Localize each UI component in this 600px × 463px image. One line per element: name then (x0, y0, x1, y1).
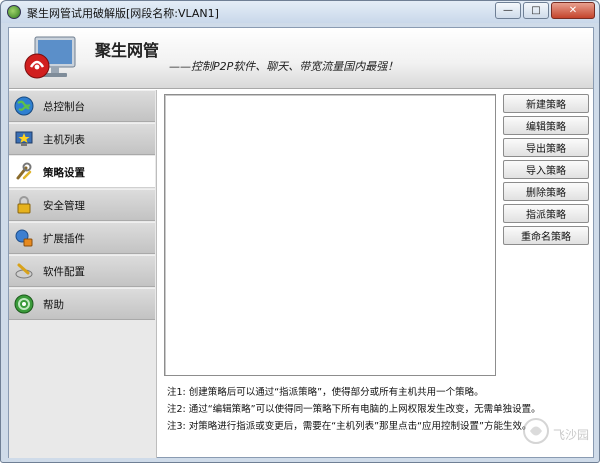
window-controls: — □ ✕ (495, 2, 595, 20)
brand-slogan: ——控制P2P软件、聊天、带宽流量国内最强！ (169, 60, 399, 73)
watermark: 飞沙园 (521, 416, 591, 456)
sidebar-item-policy[interactable]: 策略设置 (9, 156, 155, 188)
close-button[interactable]: ✕ (551, 2, 595, 19)
tools-icon (13, 161, 35, 183)
help-globe-icon (13, 293, 35, 315)
window-title: 聚生网管试用破解版[网段名称:VLAN1] (27, 7, 219, 20)
import-policy-button[interactable]: 导入策略 (503, 160, 589, 179)
delete-policy-button[interactable]: 删除策略 (503, 182, 589, 201)
sidebar-item-console[interactable]: 总控制台 (9, 90, 155, 122)
lock-icon (13, 194, 35, 216)
note-1: 注1: 创建策略后可以通过“指派策略”，使得部分或所有主机共用一个策略。 (167, 387, 484, 398)
rename-policy-button[interactable]: 重命名策略 (503, 226, 589, 245)
watermark-text: 飞沙园 (553, 428, 590, 442)
sidebar-item-config[interactable]: 软件配置 (9, 255, 155, 287)
sidebar-item-label: 帮助 (43, 298, 64, 311)
sidebar-item-label: 软件配置 (43, 265, 85, 278)
header-banner: 聚生网管 ——控制P2P软件、聊天、带宽流量国内最强！ (9, 28, 593, 89)
new-policy-button[interactable]: 新建策略 (503, 94, 589, 113)
sidebar-item-label: 总控制台 (43, 100, 85, 113)
maximize-button[interactable]: □ (523, 2, 549, 19)
brand-title: 聚生网管 (95, 41, 160, 60)
sidebar: 总控制台 主机列表 策略设置 安全管理 扩展插件 软件配置 帮助 (9, 90, 157, 458)
sidebar-item-help[interactable]: 帮助 (9, 288, 155, 320)
sidebar-item-plugins[interactable]: 扩展插件 (9, 222, 155, 254)
policy-list[interactable] (164, 94, 496, 376)
sidebar-item-label: 安全管理 (43, 199, 85, 212)
export-policy-button[interactable]: 导出策略 (503, 138, 589, 157)
sidebar-item-security[interactable]: 安全管理 (9, 189, 155, 221)
monitor-logo-icon (24, 36, 76, 79)
sidebar-item-label: 策略设置 (43, 166, 85, 179)
monitor-star-icon (13, 128, 35, 150)
minimize-button[interactable]: — (495, 2, 521, 19)
globe-icon (13, 95, 35, 117)
wrench-disc-icon (13, 260, 35, 282)
app-icon (7, 5, 21, 19)
edit-policy-button[interactable]: 编辑策略 (503, 116, 589, 135)
sidebar-item-label: 扩展插件 (43, 232, 85, 245)
sidebar-item-label: 主机列表 (43, 133, 85, 146)
title-bar[interactable]: 聚生网管试用破解版[网段名称:VLAN1] — □ ✕ (1, 1, 599, 23)
assign-policy-button[interactable]: 指派策略 (503, 204, 589, 223)
watermark-logo-icon (523, 418, 549, 444)
client-area: 聚生网管 ——控制P2P软件、聊天、带宽流量国内最强！ 总控制台 主机列表 策略… (8, 27, 594, 458)
plugin-icon (13, 227, 35, 249)
app-window: 聚生网管试用破解版[网段名称:VLAN1] — □ ✕ 聚生网管 ——控制P2P… (0, 0, 600, 463)
sidebar-item-host-list[interactable]: 主机列表 (9, 123, 155, 155)
